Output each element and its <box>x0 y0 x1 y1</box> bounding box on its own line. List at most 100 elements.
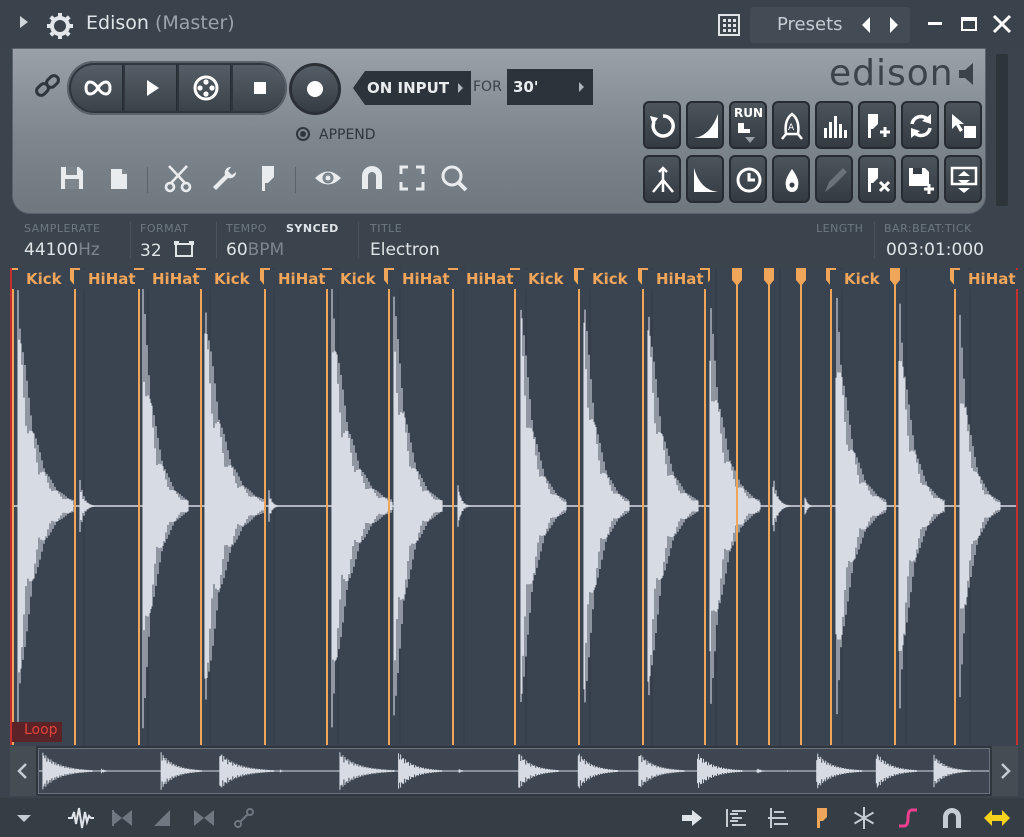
minimize-icon[interactable] <box>928 22 942 25</box>
normalize-icon[interactable] <box>192 806 216 830</box>
flag-icon[interactable] <box>253 163 283 193</box>
link-icon[interactable] <box>232 806 256 830</box>
align-left-icon[interactable] <box>724 806 748 830</box>
marker-label[interactable]: Kick <box>578 270 632 289</box>
record-button[interactable] <box>289 63 341 115</box>
waveform-transient <box>647 316 699 696</box>
marker-label[interactable]: Kick <box>12 270 66 289</box>
edison-window: { "window": { "title": "Edison", "subtit… <box>0 0 1024 837</box>
scroll-right-button[interactable] <box>992 746 1018 796</box>
loop-recording-button[interactable] <box>643 101 681 149</box>
overview-transient <box>398 753 443 789</box>
dropdown-icon[interactable] <box>12 806 36 830</box>
presets-selector[interactable]: Presets <box>750 7 910 43</box>
overview-window[interactable] <box>38 748 990 794</box>
marker-flag-icon[interactable] <box>810 806 834 830</box>
marker-label[interactable]: HiHat <box>138 270 204 289</box>
marker-label[interactable]: HiHat <box>264 270 330 289</box>
marker-flag[interactable] <box>732 268 742 286</box>
arrow-right-icon[interactable] <box>680 806 704 830</box>
overview-transient <box>219 754 275 788</box>
panel-scrollbar[interactable] <box>996 54 1008 206</box>
preset-next-icon[interactable] <box>890 17 898 33</box>
drag-button[interactable] <box>944 101 982 149</box>
freeze-icon[interactable] <box>852 806 876 830</box>
marker-label[interactable]: HiHat <box>954 270 1020 289</box>
marker-label[interactable]: HiHat <box>388 270 454 289</box>
add-marker-button[interactable] <box>858 101 896 149</box>
time-stretch-button[interactable] <box>729 155 767 203</box>
save-icon[interactable] <box>57 163 87 193</box>
format-value[interactable]: 32 <box>140 240 195 261</box>
rocket-button[interactable]: A <box>772 101 810 149</box>
magnet-icon[interactable] <box>357 163 387 193</box>
remove-marker-button[interactable] <box>858 155 896 203</box>
scroll-left-button[interactable] <box>10 746 36 796</box>
marker-flag[interactable] <box>796 268 806 286</box>
marker-flag[interactable] <box>764 268 774 286</box>
tempo-label: TEMPO <box>226 222 267 235</box>
select-all-icon[interactable] <box>397 163 427 193</box>
menu-arrow-icon[interactable] <box>20 16 28 28</box>
fade-out-button[interactable] <box>686 155 724 203</box>
samplerate-value[interactable]: 44100Hz <box>24 240 100 260</box>
marker-label[interactable]: HiHat <box>74 270 140 289</box>
record-mode-select[interactable]: ON INPUT <box>353 71 471 105</box>
speaker-icon[interactable] <box>957 61 979 87</box>
snap-magnet-icon[interactable] <box>940 806 964 830</box>
wrench-icon[interactable] <box>209 163 239 193</box>
preset-prev-icon[interactable] <box>862 17 870 33</box>
waveform-canvas[interactable] <box>12 268 1016 745</box>
send-to-playlist-button[interactable] <box>944 155 982 203</box>
run-button[interactable]: RUN <box>729 101 767 149</box>
maximize-icon[interactable] <box>961 17 977 31</box>
info-separator <box>874 222 875 258</box>
title-value[interactable]: Electron <box>370 240 440 260</box>
loop-button[interactable] <box>71 65 123 111</box>
overview-transient <box>638 754 685 788</box>
scroll-arrows-icon[interactable] <box>982 806 1012 830</box>
waveform-view[interactable]: Kick HiHat HiHat Kick HiHat Kick HiHat HiHat Kic… <box>10 268 1020 745</box>
gear-icon[interactable] <box>46 12 74 40</box>
overview-bar[interactable] <box>10 746 1018 796</box>
remove-marker-icon <box>868 168 891 193</box>
fade-in-button[interactable] <box>686 101 724 149</box>
drop-button[interactable] <box>772 155 810 203</box>
waveform-icon[interactable] <box>66 806 96 830</box>
save-as-button[interactable] <box>901 155 939 203</box>
marker-label[interactable]: HiHat <box>452 270 518 289</box>
loop-label[interactable]: Loop <box>12 722 62 742</box>
scissors-icon[interactable] <box>163 163 193 193</box>
curve-icon[interactable] <box>896 806 920 830</box>
copy-icon[interactable] <box>105 163 135 193</box>
samplerate-label: SAMPLERATE <box>24 222 101 235</box>
marker-label[interactable]: Kick <box>200 270 254 289</box>
overview-transient <box>160 752 202 790</box>
align-bar-icon[interactable] <box>766 806 790 830</box>
link-icon[interactable] <box>33 71 63 101</box>
marker-label[interactable]: Kick <box>830 270 884 289</box>
marker-label[interactable]: Kick <box>326 270 380 289</box>
browser-grid-icon[interactable] <box>718 14 740 36</box>
bowtie-icon[interactable] <box>110 806 134 830</box>
marker-label[interactable]: Kick <box>514 270 568 289</box>
ramp-icon[interactable] <box>150 806 174 830</box>
zoom-icon[interactable] <box>439 163 469 193</box>
equalize-button[interactable] <box>815 101 853 149</box>
close-icon[interactable] <box>990 12 1014 36</box>
marker-label[interactable]: HiHat <box>642 270 708 289</box>
play-from-input-button[interactable] <box>179 65 231 111</box>
waveform-transient <box>204 312 266 700</box>
position-value[interactable]: 003:01:000 <box>886 240 984 260</box>
eye-icon[interactable] <box>313 163 343 193</box>
mark-button[interactable] <box>643 155 681 203</box>
tempo-value[interactable]: 60BPM <box>226 240 284 260</box>
record-duration-select[interactable]: 30' <box>507 69 593 105</box>
marker-flag[interactable] <box>890 268 900 286</box>
append-radio[interactable] <box>296 127 310 141</box>
refresh-button[interactable] <box>901 101 939 149</box>
play-button[interactable] <box>125 65 177 111</box>
brush-button[interactable] <box>815 155 853 203</box>
synced-label[interactable]: SYNCED <box>286 222 339 235</box>
stop-button[interactable] <box>233 65 285 111</box>
